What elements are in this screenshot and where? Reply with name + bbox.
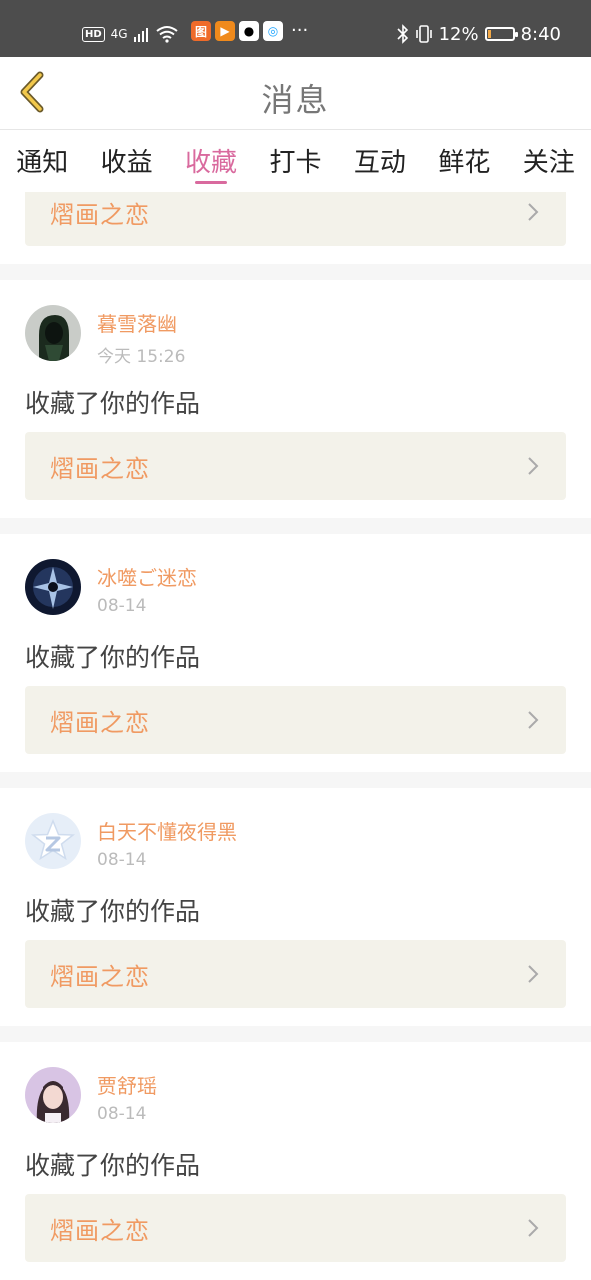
tab-earnings[interactable]: 收益	[84, 130, 168, 192]
page-title: 消息	[261, 81, 330, 119]
avatar-dark-hooded-icon	[25, 305, 81, 361]
vibrate-icon	[415, 25, 432, 43]
list-item: 暮雪落幽 今天 15:26 收藏了你的作品 熠画之恋	[0, 280, 591, 518]
timestamp: 今天 15:26	[97, 347, 186, 367]
user-name[interactable]: 冰噬ご迷恋	[97, 562, 197, 591]
message-list: 熠画之恋 暮雪落幽 今天 15:26 收藏了你的作品 熠画之恋 冰噬ご迷恋 08…	[0, 192, 591, 1280]
top-bar: 消息	[0, 57, 591, 130]
battery-level	[487, 30, 491, 38]
work-title: 熠画之恋	[50, 201, 150, 229]
work-title: 熠画之恋	[50, 455, 150, 483]
chevron-right-icon	[528, 965, 539, 983]
work-link[interactable]: 熠画之恋	[25, 192, 566, 246]
divider	[0, 518, 591, 534]
avatar[interactable]	[25, 813, 81, 869]
divider	[0, 1026, 591, 1042]
clock: 8:40	[520, 23, 561, 45]
app-notify-icon-3: ●	[239, 21, 259, 41]
tab-favorites[interactable]: 收藏	[169, 130, 253, 192]
timestamp: 08-14	[97, 1104, 147, 1124]
tab-notification[interactable]: 通知	[0, 130, 84, 192]
action-text: 收藏了你的作品	[25, 643, 201, 672]
chevron-right-icon	[528, 1219, 539, 1237]
list-item: 白天不懂夜得黑 08-14 收藏了你的作品 熠画之恋	[0, 788, 591, 1026]
app-notify-icon-1: 图	[191, 21, 211, 41]
work-link[interactable]: 熠画之恋	[25, 940, 566, 1008]
work-link[interactable]: 熠画之恋	[25, 686, 566, 754]
signal-icon	[133, 28, 148, 42]
divider	[0, 772, 591, 788]
work-title: 熠画之恋	[50, 709, 150, 737]
avatar-qzone-star-icon	[25, 813, 81, 869]
timestamp: 08-14	[97, 596, 147, 616]
user-name[interactable]: 白天不懂夜得黑	[97, 816, 237, 845]
avatar-girl-photo-icon	[25, 1067, 81, 1123]
chevron-right-icon	[528, 203, 539, 221]
work-title: 熠画之恋	[50, 1217, 150, 1245]
action-text: 收藏了你的作品	[25, 389, 201, 418]
network-label: 4G	[110, 27, 128, 41]
avatar-dark-armor-icon	[25, 559, 81, 615]
list-item: 贾舒瑶 08-14 收藏了你的作品 熠画之恋	[0, 1042, 591, 1280]
work-link[interactable]: 熠画之恋	[25, 1194, 566, 1262]
tab-follow[interactable]: 关注	[507, 130, 591, 192]
tab-interaction[interactable]: 互动	[338, 130, 422, 192]
app-notify-icon-2: ▶	[215, 21, 235, 41]
status-bar: HD 4G 图 ▶ ● ◎ ··· 12% 8:40	[0, 0, 591, 57]
work-title: 熠画之恋	[50, 963, 150, 991]
action-text: 收藏了你的作品	[25, 1151, 201, 1180]
avatar[interactable]	[25, 1067, 81, 1123]
user-name[interactable]: 贾舒瑶	[97, 1070, 157, 1099]
tab-checkin[interactable]: 打卡	[253, 130, 337, 192]
tab-bar: 通知 收益 收藏 打卡 互动 鲜花 关注	[0, 130, 591, 192]
user-name[interactable]: 暮雪落幽	[97, 308, 177, 337]
timestamp: 08-14	[97, 850, 147, 870]
battery-percent: 12%	[438, 23, 479, 45]
avatar[interactable]	[25, 559, 81, 615]
notification-icons: 图 ▶ ● ◎ ···	[191, 21, 308, 41]
chevron-right-icon	[528, 711, 539, 729]
wifi-icon	[155, 26, 178, 43]
list-item: 冰噬ご迷恋 08-14 收藏了你的作品 熠画之恋	[0, 534, 591, 772]
app-notify-icon-4: ◎	[263, 21, 283, 41]
hd-badge: HD	[82, 26, 105, 42]
battery-icon	[484, 27, 518, 41]
bluetooth-icon	[396, 24, 408, 44]
action-text: 收藏了你的作品	[25, 897, 201, 926]
more-notifications-icon: ···	[291, 20, 309, 41]
status-left: HD 4G	[82, 19, 178, 49]
divider	[0, 264, 591, 280]
avatar[interactable]	[25, 305, 81, 361]
chevron-right-icon	[528, 457, 539, 475]
status-right: 12% 8:40	[396, 19, 561, 49]
work-link[interactable]: 熠画之恋	[25, 432, 566, 500]
tab-flowers[interactable]: 鲜花	[422, 130, 506, 192]
